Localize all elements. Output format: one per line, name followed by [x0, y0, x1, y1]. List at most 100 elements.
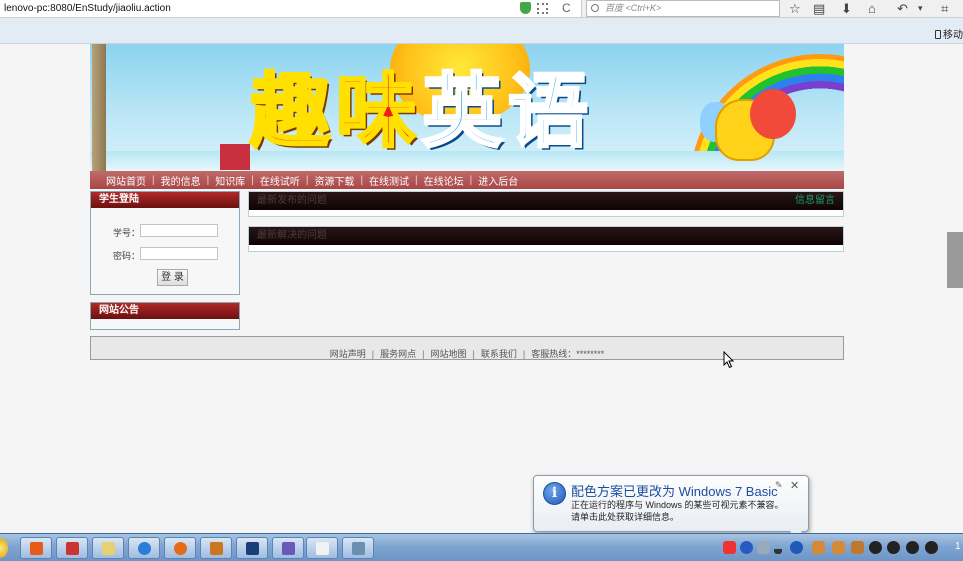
- windows-taskbar: 1: [0, 533, 963, 561]
- nav-home[interactable]: 网站首页: [106, 173, 146, 188]
- mascot-red: [750, 89, 796, 139]
- reading-list-icon[interactable]: ▤: [813, 0, 825, 17]
- crop-icon[interactable]: ⌗: [941, 0, 948, 17]
- app-icon: [30, 542, 43, 555]
- banner-title: 趣味英语: [249, 64, 594, 160]
- notepad-icon: [102, 542, 115, 555]
- qr-code-icon[interactable]: [537, 3, 548, 14]
- message-link[interactable]: 信息留言: [795, 192, 835, 210]
- back-history-icon[interactable]: ↶: [897, 0, 908, 17]
- site-container: 趣味英语 网站首页 | 我的信息 | 知识库 | 在线试听 | 资源下载 | 在线测试 | …: [90, 44, 844, 341]
- ie-icon: [138, 542, 151, 555]
- mobile-bookmarks-button[interactable]: 移动: [935, 26, 963, 41]
- latest-questions-head: 最新发布的问题 信息留言: [249, 192, 843, 210]
- password-input[interactable]: [140, 247, 218, 260]
- address-bar[interactable]: lenovo-pc:8080/EnStudy/jiaoliu.action: [0, 0, 582, 17]
- nav-online-listening[interactable]: 在线试听: [260, 173, 300, 188]
- taskbar-app-10[interactable]: [342, 537, 374, 559]
- app-icon: [282, 542, 295, 555]
- info-icon: i: [543, 482, 566, 505]
- nav-online-test[interactable]: 在线测试: [369, 173, 409, 188]
- book-graphic: [220, 144, 250, 170]
- latest-questions-title: 最新发布的问题: [257, 195, 327, 206]
- footer-statement-link[interactable]: 网站声明: [330, 349, 366, 359]
- taskbar-app-1[interactable]: [20, 537, 52, 559]
- firefox-icon: [174, 542, 187, 555]
- chevron-up-icon[interactable]: [774, 541, 782, 554]
- footer-hotline: 客服热线：********: [531, 349, 605, 359]
- login-box: 学生登陆 学号： 密码： 登 录: [90, 191, 240, 295]
- footer-sitemap-link[interactable]: 网站地图: [430, 349, 466, 359]
- tray-app-icon[interactable]: [812, 541, 825, 554]
- bookmarks-bar: 移动: [0, 18, 963, 44]
- notification-title: 配色方案已更改为 Windows 7 Basic: [571, 484, 778, 499]
- notification-text: 正在运行的程序与 Windows 的某些可视元素不兼容。 请单击此处获取详细信息…: [571, 499, 803, 523]
- tray-app-icon[interactable]: [851, 541, 864, 554]
- app-icon: [246, 542, 259, 555]
- browser-toolbar: lenovo-pc:8080/EnStudy/jiaoliu.action C …: [0, 0, 963, 18]
- notice-box: 网站公告: [90, 302, 240, 330]
- qq-icon[interactable]: [925, 541, 938, 554]
- app-icon: [316, 542, 329, 555]
- mobile-bookmarks-label: 移动: [943, 30, 963, 41]
- reload-icon[interactable]: C: [562, 1, 571, 16]
- app-icon: [352, 542, 365, 555]
- close-icon[interactable]: ✕: [790, 479, 799, 492]
- taskbar-app-9[interactable]: [306, 537, 338, 559]
- footer-contact-link[interactable]: 联系我们: [481, 349, 517, 359]
- scrollbar-thumb[interactable]: [947, 232, 963, 288]
- main-nav: 网站首页 | 我的信息 | 知识库 | 在线试听 | 资源下载 | 在线测试 | 在线论坛 |…: [90, 171, 844, 189]
- sogou-icon[interactable]: [723, 541, 736, 554]
- search-placeholder: 百度 <Ctrl+K>: [605, 3, 662, 13]
- search-icon: [591, 4, 599, 12]
- pin-icon[interactable]: ✎: [775, 480, 783, 491]
- nav-admin[interactable]: 进入后台: [478, 173, 518, 188]
- taskbar-app-8[interactable]: [272, 537, 304, 559]
- student-id-row: 学号：: [113, 224, 218, 239]
- taskbar-app-6[interactable]: [200, 537, 232, 559]
- nav-resource-download[interactable]: 资源下载: [314, 173, 354, 188]
- banner-title-part1: 趣味: [249, 64, 422, 160]
- tray-icon[interactable]: [757, 541, 770, 554]
- nav-knowledge-base[interactable]: 知识库: [215, 173, 245, 188]
- star-icon[interactable]: ☆: [789, 0, 801, 17]
- password-label: 密码：: [113, 251, 141, 261]
- home-icon[interactable]: ⌂: [868, 0, 876, 17]
- help-icon[interactable]: [740, 541, 753, 554]
- taskbar-ie[interactable]: [128, 537, 160, 559]
- footer-service-link[interactable]: 服务网点: [380, 349, 416, 359]
- qq-icon[interactable]: [887, 541, 900, 554]
- notification-balloon[interactable]: i 配色方案已更改为 Windows 7 Basic 正在运行的程序与 Wind…: [533, 475, 809, 541]
- login-title: 学生登陆: [91, 192, 239, 208]
- taskbar-app-3[interactable]: [92, 537, 124, 559]
- search-input[interactable]: 百度 <Ctrl+K>: [586, 0, 780, 17]
- tray-info-icon[interactable]: [790, 541, 803, 554]
- nav-online-forum[interactable]: 在线论坛: [424, 173, 464, 188]
- student-id-input[interactable]: [140, 224, 218, 237]
- start-button[interactable]: [0, 538, 8, 558]
- solved-questions-title: 最新解决的问题: [257, 230, 327, 241]
- download-icon[interactable]: ⬇: [841, 0, 852, 17]
- notification-line2: 请单击此处获取详细信息。: [571, 512, 680, 522]
- clock[interactable]: 1: [955, 541, 961, 552]
- qq-icon[interactable]: [906, 541, 919, 554]
- solved-questions-head: 最新解决的问题: [249, 227, 843, 245]
- nav-my-info[interactable]: 我的信息: [161, 173, 201, 188]
- main-content: 学生登陆 学号： 密码： 登 录 网站公告 最新发布的问题 信息留言 最新解决的…: [90, 189, 844, 341]
- student-id-label: 学号：: [113, 228, 141, 238]
- login-button[interactable]: 登 录: [157, 269, 188, 286]
- taskbar-app-2[interactable]: [56, 537, 88, 559]
- shield-icon[interactable]: [520, 2, 531, 14]
- chevron-down-icon[interactable]: ▾: [918, 0, 923, 17]
- solved-questions-panel: 最新解决的问题: [248, 226, 844, 252]
- notice-title: 网站公告: [91, 303, 239, 319]
- tray-app-icon[interactable]: [832, 541, 845, 554]
- password-row: 密码：: [113, 247, 218, 262]
- taskbar-app-7[interactable]: [236, 537, 268, 559]
- taskbar-firefox[interactable]: [164, 537, 196, 559]
- phone-icon: [935, 30, 941, 39]
- app-icon: [66, 542, 79, 555]
- pole-graphic: [92, 44, 106, 171]
- banner-title-part2: 英语: [421, 64, 594, 160]
- qq-icon[interactable]: [869, 541, 882, 554]
